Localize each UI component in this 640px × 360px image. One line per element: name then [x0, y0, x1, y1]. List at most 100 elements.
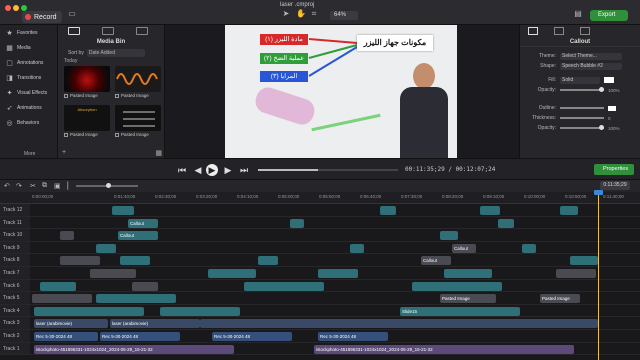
timeline-clip[interactable]: Pasted Image — [540, 294, 580, 304]
opacity-slider[interactable] — [560, 87, 604, 92]
minimize-window-button[interactable] — [13, 5, 19, 11]
nav-visual-effects[interactable]: ✦ Visual Effects — [0, 85, 57, 100]
step-forward-icon[interactable]: ▶ — [222, 164, 234, 176]
timeline-clip[interactable] — [34, 306, 144, 316]
timeline-clip[interactable] — [480, 206, 500, 215]
theme-select[interactable]: Select Theme... — [560, 52, 622, 60]
outline-opacity-slider-knob[interactable] — [599, 125, 604, 130]
record-button[interactable]: Record — [22, 11, 62, 23]
media-item[interactable]: Pasted Image — [115, 105, 161, 141]
close-window-button[interactable] — [5, 5, 11, 11]
timeline-clip[interactable] — [40, 281, 76, 291]
timeline-clip[interactable] — [32, 294, 92, 304]
track-header[interactable]: Track 11 — [0, 216, 30, 229]
callout-title[interactable]: مكونات جهاز الليزر — [357, 35, 433, 51]
fill-select[interactable]: Solid — [560, 76, 600, 84]
timeline-clip[interactable]: istockphoto-451896331-1024x1024_2024-05-… — [314, 344, 574, 354]
track-header[interactable]: Track 3 — [0, 317, 30, 329]
redo-icon[interactable]: ↷ — [16, 182, 22, 190]
timeline-clip[interactable]: Callout — [118, 231, 158, 241]
timeline-zoom-knob[interactable] — [106, 183, 111, 188]
sort-select[interactable]: Date Added — [86, 48, 145, 57]
timeline-clip[interactable] — [444, 269, 492, 278]
grid-view-icon[interactable]: ▦ — [155, 149, 162, 157]
crop-tool-icon[interactable]: ⌗ — [310, 10, 318, 18]
timeline-clip[interactable] — [96, 243, 116, 253]
timeline-clip[interactable] — [96, 294, 176, 304]
timeline-clip[interactable] — [60, 231, 74, 241]
timeline-clip[interactable] — [318, 269, 358, 278]
copy-icon[interactable]: ⧉ — [42, 182, 47, 190]
cut-icon[interactable]: ✂ — [30, 182, 36, 190]
layout-icon[interactable]: ▤ — [574, 10, 582, 18]
media-item[interactable]: Pasted Image — [115, 66, 161, 102]
nav-transitions[interactable]: ◨ Transitions — [0, 70, 57, 85]
timeline-clip[interactable]: Callout — [128, 218, 158, 228]
export-button[interactable]: Export — [590, 10, 628, 21]
nav-favorites[interactable]: ★ Favorites — [0, 25, 57, 40]
timeline-clip[interactable] — [258, 256, 278, 266]
outline-color-swatch[interactable] — [608, 105, 616, 111]
track-header[interactable]: Track 9 — [0, 241, 30, 254]
fast-forward-icon[interactable]: ⏭ — [238, 164, 250, 176]
timeline-clip[interactable] — [244, 281, 324, 291]
scrub-bar[interactable] — [258, 169, 398, 171]
media-bin-tab[interactable] — [68, 27, 80, 35]
group-header-today[interactable]: Today — [58, 58, 164, 66]
fill-color-swatch[interactable] — [604, 77, 614, 83]
timeline-clip[interactable] — [498, 218, 514, 228]
timeline-clip[interactable] — [60, 256, 100, 266]
timeline-clip[interactable] — [440, 231, 458, 241]
step-back-icon[interactable]: ◀ — [192, 164, 204, 176]
nav-more[interactable]: More — [24, 151, 35, 157]
timeline-clip[interactable] — [522, 243, 536, 253]
split-icon[interactable]: ⎮ — [66, 182, 70, 190]
timeline-ruler[interactable]: 0:00:00;00 0:01:40;00 0:02:30;00 0:03:20… — [0, 192, 640, 204]
timeline-clip[interactable] — [120, 256, 150, 266]
assets-tab[interactable] — [136, 27, 148, 35]
timeline-clip[interactable] — [90, 269, 136, 278]
add-media-icon[interactable]: + — [62, 149, 66, 157]
play-button[interactable]: ▶ — [206, 164, 218, 176]
timeline-clip[interactable]: Callout — [421, 256, 451, 266]
nav-annotations[interactable]: ▢ Annotations — [0, 55, 57, 70]
media-item[interactable]: Pasted Image — [64, 66, 110, 102]
timeline-clip[interactable]: Rec 5-30-2024 48 — [100, 332, 180, 341]
timeline-zoom-slider[interactable] — [76, 183, 138, 188]
timeline-clip[interactable]: Rec 5-30-2024 48 — [318, 332, 388, 341]
timeline-clip[interactable]: Pasted Image — [440, 294, 496, 304]
pointer-tool-icon[interactable]: ➤ — [282, 10, 290, 18]
outline-opacity-slider[interactable] — [560, 125, 604, 130]
playhead-handle[interactable] — [594, 190, 603, 195]
paste-icon[interactable]: ▣ — [54, 182, 61, 190]
annotation-props-tab[interactable] — [580, 27, 590, 35]
timeline-clip[interactable]: laser (arabimovie) — [110, 319, 200, 329]
nav-media[interactable]: ▦ Media — [0, 40, 57, 55]
timeline-clip[interactable] — [160, 306, 240, 316]
thickness-slider[interactable] — [560, 117, 604, 119]
playhead[interactable] — [598, 192, 599, 360]
track-header[interactable]: Track 1 — [0, 342, 30, 355]
opacity-value[interactable]: 100% — [608, 88, 620, 93]
track-header[interactable]: Track 12 — [0, 204, 30, 216]
undo-icon[interactable]: ↶ — [4, 182, 10, 190]
timeline-clip[interactable]: Slide15 — [400, 306, 520, 316]
timeline-clip[interactable] — [112, 206, 134, 215]
timeline-clip[interactable] — [208, 269, 256, 278]
library-tab[interactable] — [102, 27, 114, 35]
track-header[interactable]: Track 2 — [0, 330, 30, 342]
timeline-clip[interactable] — [350, 243, 364, 253]
track-header[interactable]: Track 8 — [0, 254, 30, 266]
outline-slider[interactable] — [560, 107, 604, 109]
timeline-clip[interactable]: Rec 5-30-2024 48 — [34, 332, 98, 341]
timeline-clip[interactable]: Callout — [452, 243, 476, 253]
audio-clip[interactable] — [200, 319, 598, 329]
track-header[interactable]: Track 4 — [0, 304, 30, 317]
timeline-clip[interactable] — [132, 281, 158, 291]
timeline-clip[interactable] — [290, 218, 304, 228]
properties-button[interactable]: Properties — [594, 164, 634, 175]
track-header[interactable]: Track 7 — [0, 267, 30, 279]
timeline-clip[interactable]: Rec 5-30-2024 48 — [212, 332, 292, 341]
text-props-tab[interactable] — [554, 27, 564, 35]
shape-select[interactable]: Speech Bubble #2 — [560, 62, 622, 70]
